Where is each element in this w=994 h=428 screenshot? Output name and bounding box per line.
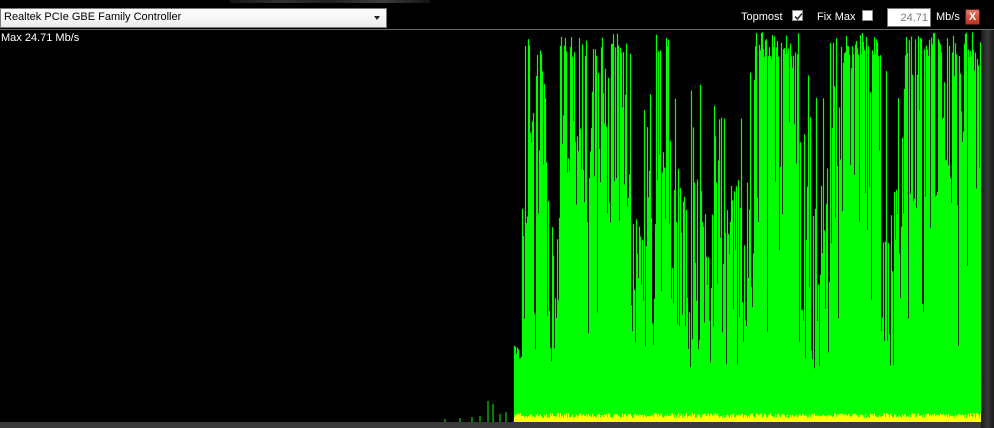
window-border-bottom — [0, 422, 981, 428]
window-border-right — [981, 30, 994, 428]
adapter-dropdown-value: Realtek PCIe GBE Family Controller — [4, 11, 182, 23]
unit-label: Mb/s — [936, 11, 960, 23]
network-monitor-window: Realtek PCIe GBE Family Controller Topmo… — [0, 0, 994, 428]
bandwidth-graph-canvas — [444, 32, 981, 422]
chevron-down-icon — [374, 16, 380, 20]
bandwidth-graph: Max 24.71 Mb/s — [0, 30, 981, 422]
max-readout: Max 24.71 Mb/s — [1, 32, 80, 44]
check-icon — [794, 12, 803, 21]
max-value-input[interactable] — [887, 8, 931, 27]
download-traffic-series — [513, 32, 981, 422]
fix-max-label: Fix Max — [817, 11, 856, 23]
toolbar: Realtek PCIe GBE Family Controller Topmo… — [0, 0, 994, 30]
close-button[interactable]: X — [965, 9, 980, 25]
topmost-label: Topmost — [741, 11, 783, 23]
fix-max-checkbox[interactable] — [862, 10, 873, 21]
topmost-checkbox[interactable] — [792, 10, 803, 21]
adapter-dropdown[interactable]: Realtek PCIe GBE Family Controller — [0, 8, 387, 28]
close-icon: X — [968, 11, 977, 23]
title-strip — [230, 0, 430, 3]
